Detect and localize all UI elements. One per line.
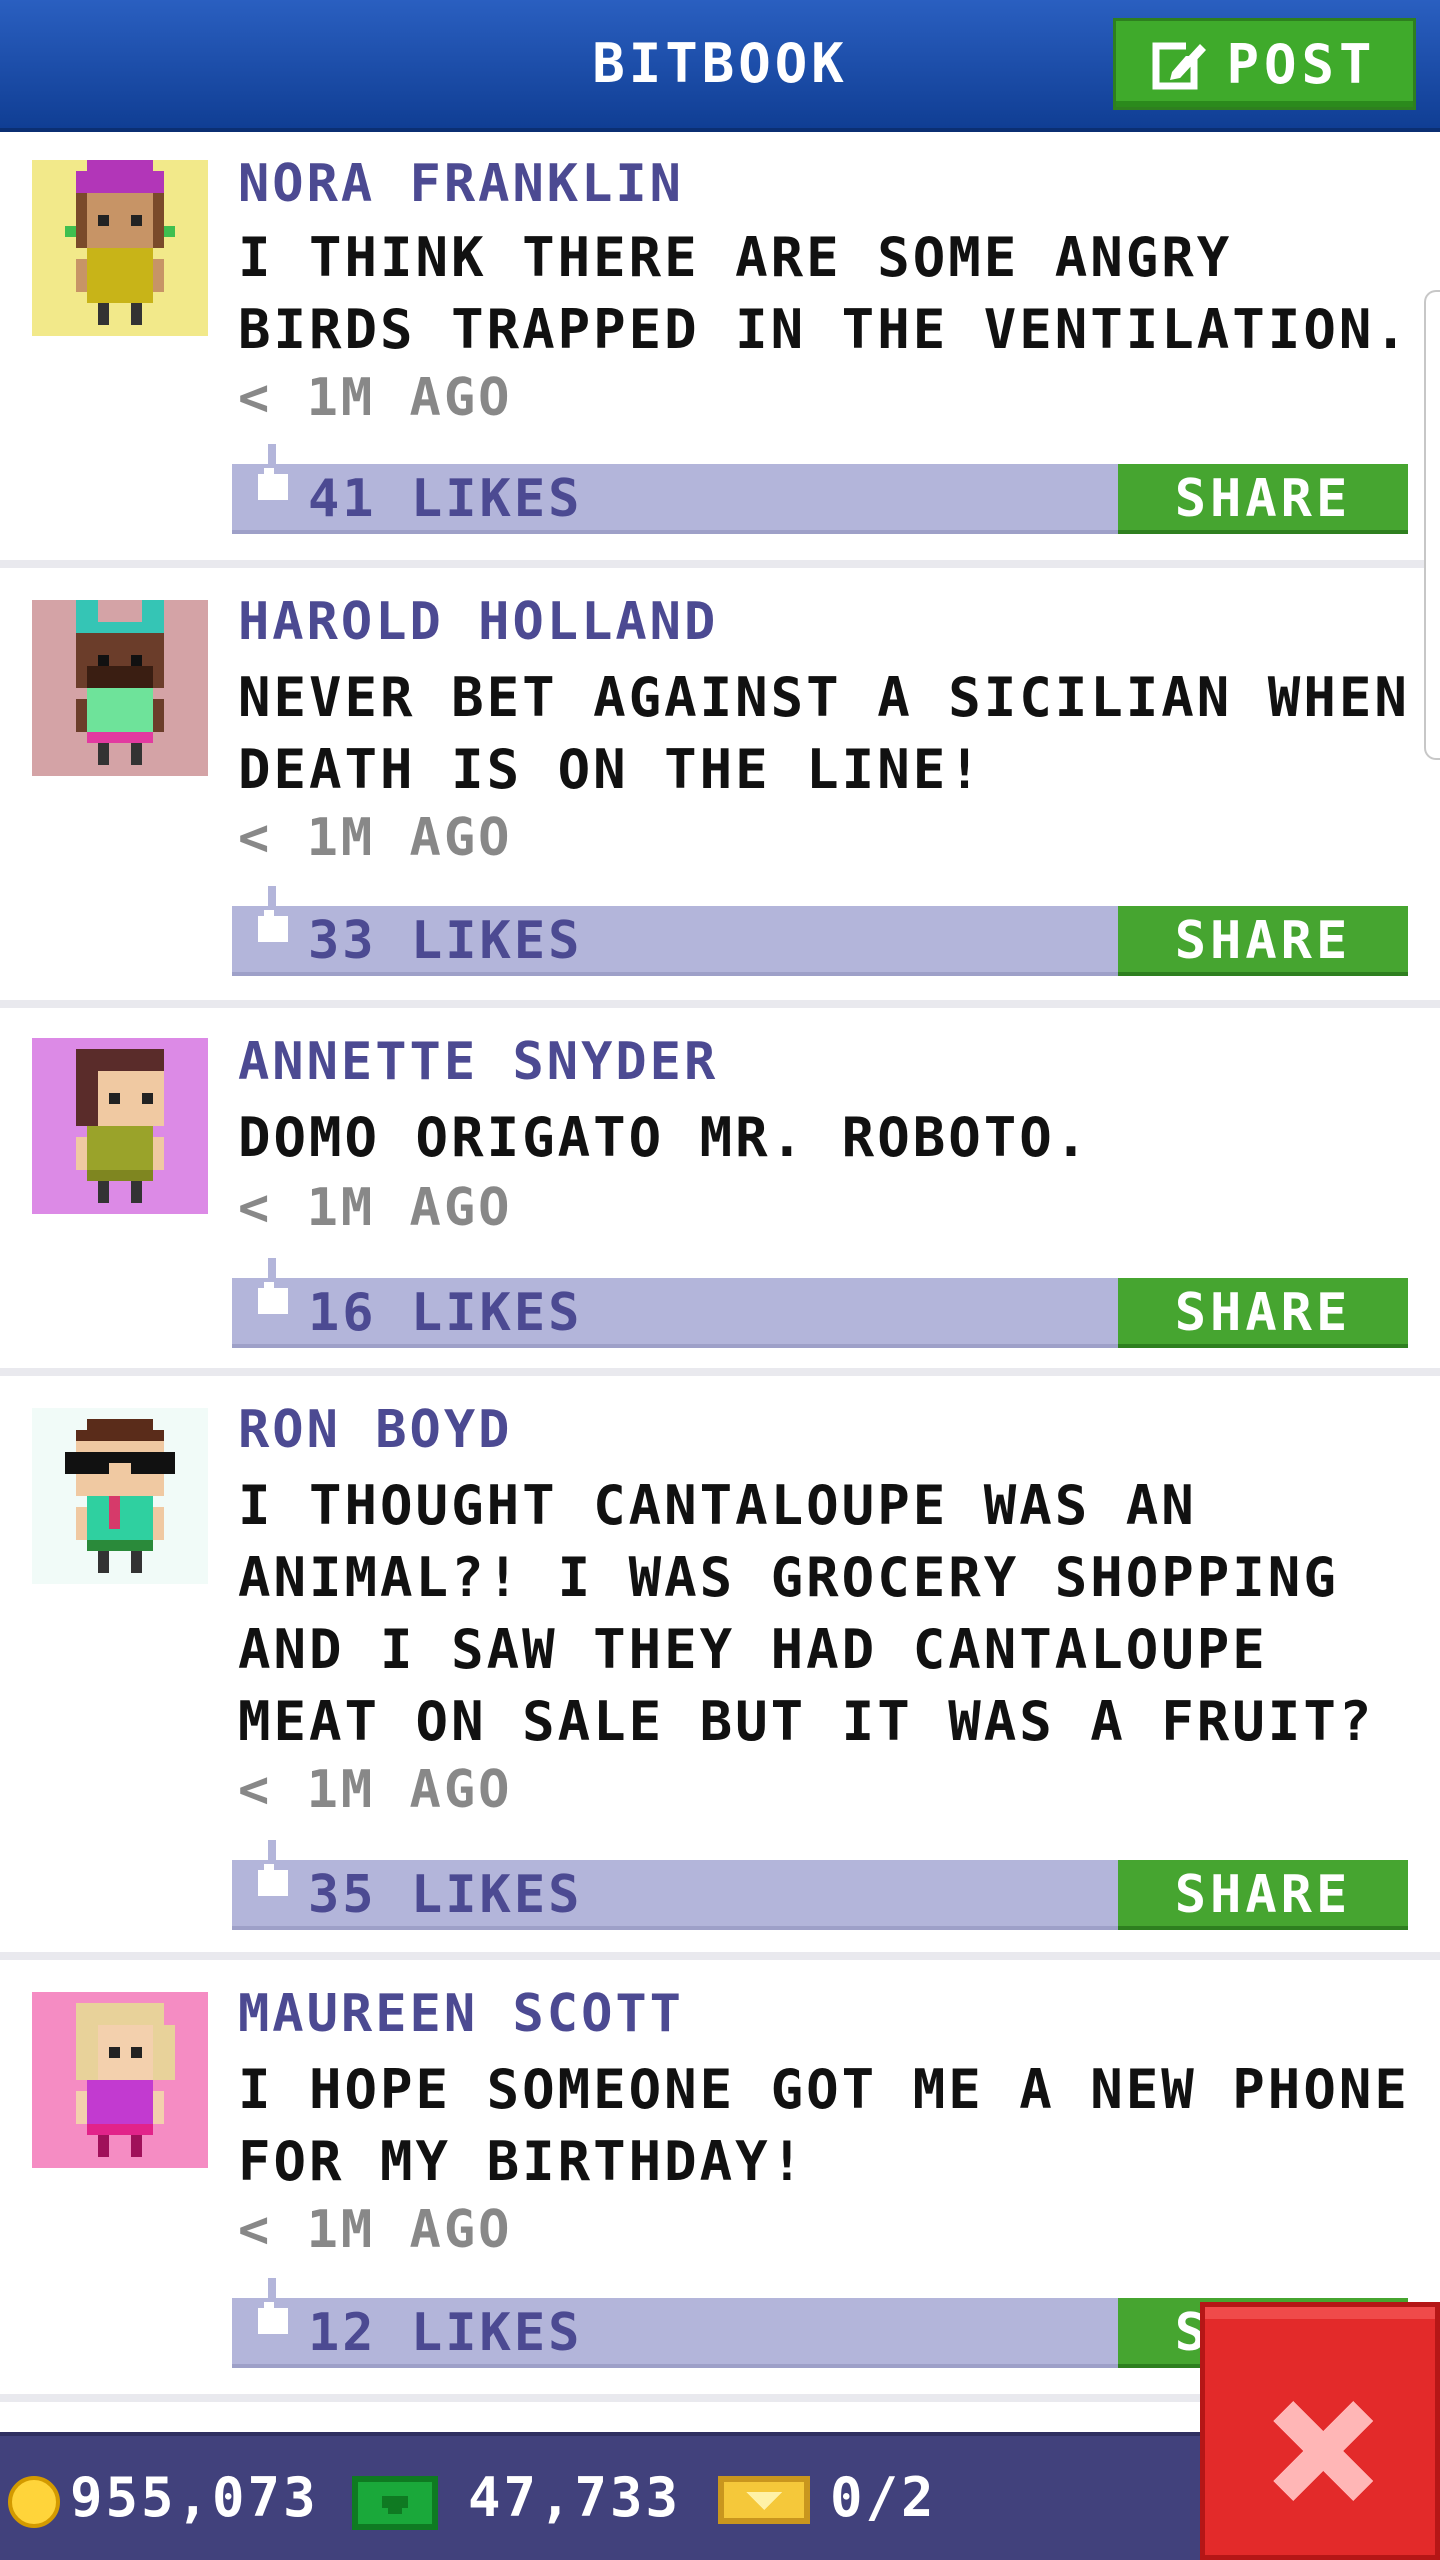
post-button[interactable]: POST — [1113, 18, 1416, 110]
like-bar: 33 LIKES SHARE — [232, 886, 1408, 976]
post-author[interactable]: RON BOYD — [238, 1400, 512, 1460]
avatar[interactable] — [32, 1992, 208, 2168]
feed-post: ANNETTE SNYDER DOMO ORIGATO MR. ROBOTO. … — [0, 1008, 1440, 1376]
like-bar: 16 LIKES SHARE — [232, 1258, 1408, 1348]
post-timestamp: < 1M AGO — [238, 808, 513, 868]
like-count: 41 LIKES — [308, 469, 583, 529]
feed-post: HAROLD HOLLAND NEVER BET AGAINST A SICIL… — [0, 568, 1440, 1008]
share-button[interactable]: SHARE — [1118, 464, 1408, 534]
avatar[interactable] — [32, 1408, 208, 1584]
vip-ticket-icon — [718, 2476, 810, 2524]
like-thumb-icon[interactable] — [250, 444, 296, 524]
vip-count: 0/2 — [830, 2466, 937, 2529]
pixel-character-icon — [76, 2003, 175, 2157]
feed-post: NORA FRANKLIN I THINK THERE ARE SOME ANG… — [0, 132, 1440, 568]
share-button[interactable]: SHARE — [1118, 1278, 1408, 1348]
post-button-label: POST — [1226, 32, 1377, 96]
pixel-character-icon — [65, 160, 175, 325]
post-author[interactable]: MAUREEN SCOTT — [238, 1984, 684, 2044]
avatar[interactable] — [32, 160, 208, 336]
feed-post: RON BOYD I THOUGHT CANTALOUPE WAS AN ANI… — [0, 1376, 1440, 1960]
bux-icon — [352, 2476, 438, 2530]
coin-icon — [8, 2476, 60, 2528]
post-timestamp: < 1M AGO — [238, 1760, 513, 1820]
compose-icon — [1152, 42, 1209, 90]
close-icon — [1273, 2401, 1373, 2501]
pixel-character-icon — [76, 600, 164, 765]
share-button[interactable]: SHARE — [1118, 1860, 1408, 1930]
post-author[interactable]: ANNETTE SNYDER — [238, 1032, 718, 1092]
post-timestamp: < 1M AGO — [238, 1178, 513, 1238]
post-text: I THOUGHT CANTALOUPE WAS AN ANIMAL?! I W… — [238, 1474, 1375, 1753]
like-count: 33 LIKES — [308, 911, 583, 971]
coin-count: 955,073 — [70, 2466, 319, 2529]
like-thumb-icon[interactable] — [250, 2278, 296, 2358]
like-thumb-icon[interactable] — [250, 886, 296, 966]
avatar[interactable] — [32, 1038, 208, 1214]
close-button[interactable] — [1200, 2302, 1440, 2560]
like-bar: 35 LIKES SHARE — [232, 1840, 1408, 1930]
like-thumb-icon[interactable] — [250, 1258, 296, 1338]
post-timestamp: < 1M AGO — [238, 368, 513, 428]
post-text: I HOPE SOMEONE GOT ME A NEW PHONE FOR MY… — [238, 2058, 1410, 2193]
avatar[interactable] — [32, 600, 208, 776]
post-text: DOMO ORIGATO MR. ROBOTO. — [238, 1106, 1091, 1169]
like-count: 12 LIKES — [308, 2303, 583, 2363]
pixel-character-icon — [76, 1049, 164, 1203]
pixel-character-icon — [65, 1419, 175, 1573]
scroll-indicator[interactable] — [1424, 290, 1440, 760]
share-button[interactable]: SHARE — [1118, 906, 1408, 976]
app-header: BITBOOK POST — [0, 0, 1440, 132]
like-count: 16 LIKES — [308, 1283, 583, 1343]
like-count: 35 LIKES — [308, 1865, 583, 1925]
like-bar: 41 LIKES SHARE — [232, 444, 1408, 534]
post-author[interactable]: NORA FRANKLIN — [238, 154, 684, 214]
bux-count: 47,733 — [468, 2466, 682, 2529]
post-text: NEVER BET AGAINST A SICILIAN WHEN DEATH … — [238, 666, 1410, 801]
post-timestamp: < 1M AGO — [238, 2200, 513, 2260]
post-text: I THINK THERE ARE SOME ANGRY BIRDS TRAPP… — [238, 226, 1410, 361]
post-author[interactable]: HAROLD HOLLAND — [238, 592, 718, 652]
like-thumb-icon[interactable] — [250, 1840, 296, 1920]
